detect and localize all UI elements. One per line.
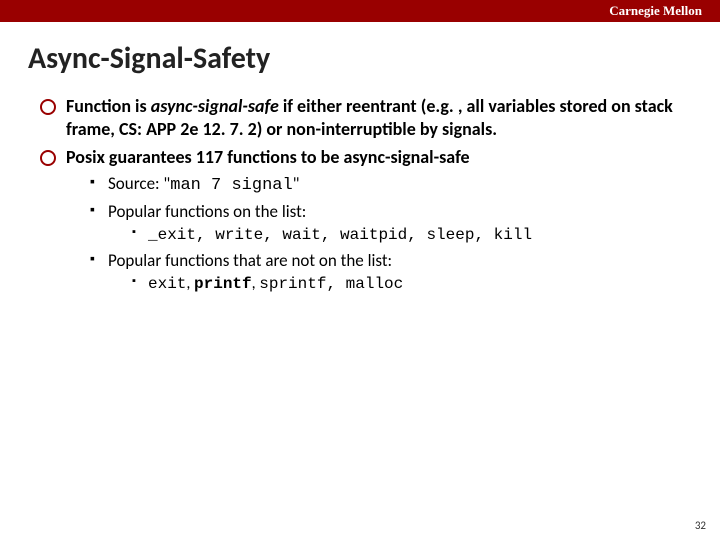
sub-3-text: Popular functions that are not on the li… xyxy=(108,250,392,271)
sub-3-code: exit, printf, sprintf, malloc xyxy=(132,274,680,295)
slide-content: Function is async-signal-safe if either … xyxy=(0,85,720,295)
bullet-1-em: async-signal-safe xyxy=(151,95,279,117)
sub-1-post: " xyxy=(293,173,300,194)
sub-2-text: Popular functions on the list: xyxy=(108,201,306,222)
sub-2: Popular functions on the list: _exit, wr… xyxy=(90,201,680,246)
bullet-1: Function is async-signal-safe if either … xyxy=(40,95,680,142)
sub-3-c3: sprintf, malloc xyxy=(259,275,403,293)
bullet-1-pre: Function is xyxy=(66,95,151,117)
sub-1-code: man 7 signal xyxy=(170,176,292,195)
sub-1: Source: "man 7 signal" xyxy=(90,173,680,197)
sub-3-c2: printf xyxy=(194,275,252,293)
sub-2-code-text: _exit, write, wait, waitpid, sleep, kill xyxy=(148,226,532,244)
sub-3: Popular functions that are not on the li… xyxy=(90,250,680,295)
slide-title: Async-Signal-Safety xyxy=(0,22,720,85)
page-number: 32 xyxy=(695,519,706,532)
sub-3-sep1: , xyxy=(186,274,194,293)
sub-3-c1: exit xyxy=(148,275,186,293)
sub-1-pre: Source: " xyxy=(108,173,170,194)
bullet-2: Posix guarantees 117 functions to be asy… xyxy=(40,146,680,295)
header-org: Carnegie Mellon xyxy=(609,3,702,19)
sub-2-code: _exit, write, wait, waitpid, sleep, kill xyxy=(132,225,680,246)
header-bar: Carnegie Mellon xyxy=(0,0,720,22)
bullet-2-text: Posix guarantees 117 functions to be asy… xyxy=(66,146,470,168)
